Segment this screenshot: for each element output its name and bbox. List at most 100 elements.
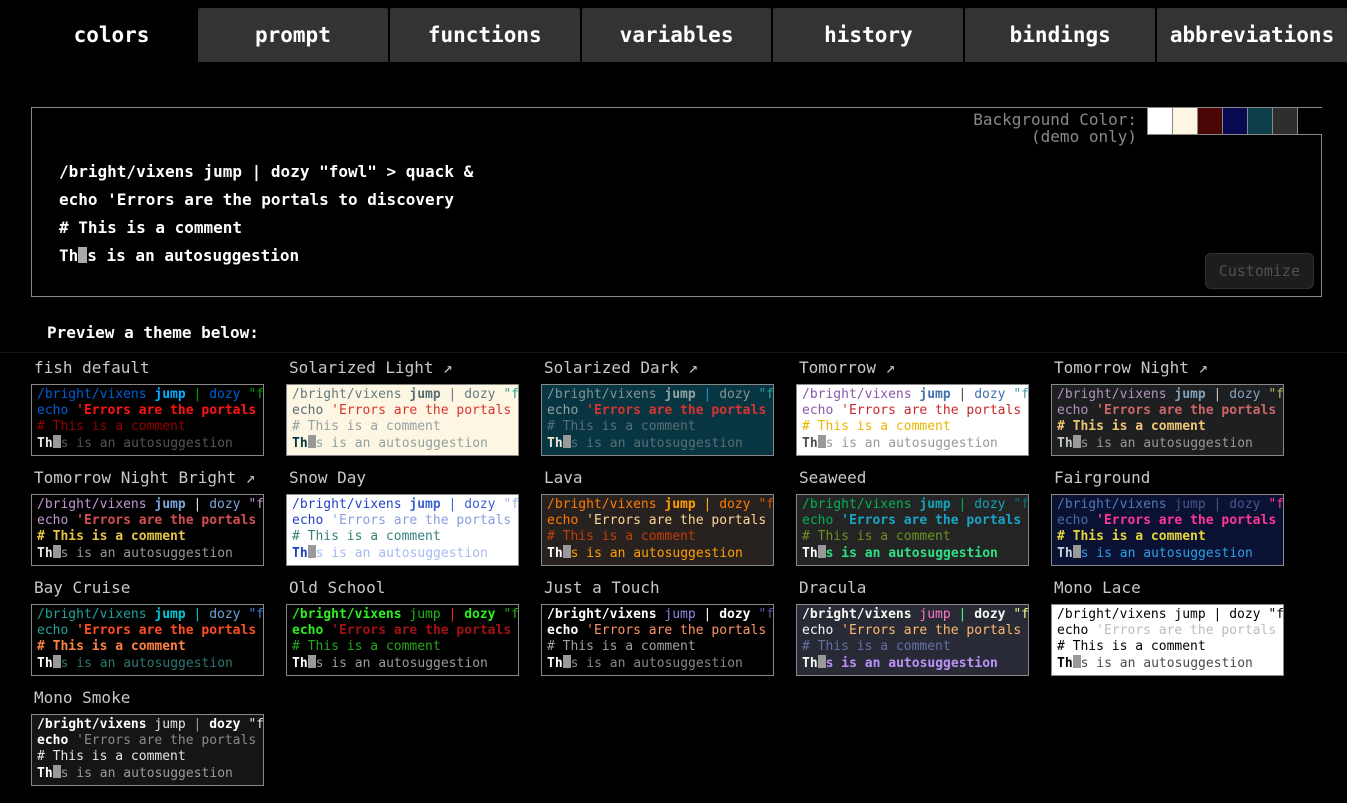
themes-separator xyxy=(0,352,1347,353)
tab-colors[interactable]: colors xyxy=(27,8,196,62)
theme-sample-line-1: /bright/vixens jump | dozy "fowl" > quac… xyxy=(37,497,258,513)
theme-card-fish-default[interactable]: /bright/vixens jump | dozy "fowl" > quac… xyxy=(31,384,264,456)
token-typed: Th xyxy=(802,436,818,451)
token-echo: echo xyxy=(1057,403,1088,418)
theme-cell: Snow Day/bright/vixens jump | dozy "fowl… xyxy=(286,468,519,566)
block-cursor xyxy=(1073,545,1081,558)
token-dq: "fowl" > quack & xyxy=(1013,387,1029,402)
token-auto: s is an autosuggestion xyxy=(571,546,743,561)
theme-sample-line-1: /bright/vixens jump | dozy "fowl" > quac… xyxy=(37,607,258,623)
theme-cell: Solarized Dark ↗/bright/vixens jump | do… xyxy=(541,358,774,456)
external-link-icon[interactable]: ↗ xyxy=(679,358,698,377)
tab-bindings[interactable]: bindings xyxy=(965,8,1155,62)
bg-swatch-dark-teal[interactable] xyxy=(1247,107,1272,134)
background-color-label: Background Color:(demo only) xyxy=(973,111,1137,145)
tab-bar: colorspromptfunctionsvariableshistorybin… xyxy=(0,0,1347,62)
theme-cell: Tomorrow Night Bright ↗/bright/vixens ju… xyxy=(31,468,264,566)
theme-sample-line-4: Ths is an autosuggestion xyxy=(37,765,258,782)
token-cmd2: dozy xyxy=(719,497,750,512)
theme-card-mono-smoke[interactable]: /bright/vixens jump | dozy "fowl" > quac… xyxy=(31,714,264,786)
token-path: /bright/vixens xyxy=(292,607,402,622)
theme-card-solarized-dark[interactable]: /bright/vixens jump | dozy "fowl" > quac… xyxy=(541,384,774,456)
theme-sample-line-1: /bright/vixens jump | dozy "fowl" > quac… xyxy=(37,387,258,403)
block-cursor xyxy=(53,435,61,448)
token-auto: s is an autosuggestion xyxy=(826,436,998,451)
theme-title: Bay Cruise xyxy=(34,578,264,597)
tab-functions[interactable]: functions xyxy=(390,8,580,62)
token-auto: s is an autosuggestion xyxy=(1081,656,1253,671)
theme-sample-line-1: /bright/vixens jump | dozy "fowl" > quac… xyxy=(292,387,513,403)
token-cmd2: dozy xyxy=(1229,387,1260,402)
theme-sample-line-1: /bright/vixens jump | dozy "fowl" > quac… xyxy=(292,497,513,513)
external-link-icon[interactable]: ↗ xyxy=(236,468,255,487)
theme-sample-line-4: Th s is an autosuggestion xyxy=(802,435,1023,452)
customize-button[interactable]: Customize xyxy=(1205,253,1314,289)
token-echo: echo xyxy=(37,623,68,638)
theme-card-tomorrow[interactable]: /bright/vixens jump | dozy "fowl" > quac… xyxy=(796,384,1029,456)
token-cmd2: dozy xyxy=(1229,607,1260,622)
theme-card-tomorrow-night[interactable]: /bright/vixens jump | dozy "fowl" > quac… xyxy=(1051,384,1284,456)
theme-card-fairground[interactable]: /bright/vixens jump | dozy "fowl" > quac… xyxy=(1051,494,1284,566)
bg-swatch-dark-red[interactable] xyxy=(1197,107,1222,134)
token-path: /bright/vixens xyxy=(1057,387,1167,402)
token-comment: # This is a comment xyxy=(802,639,951,654)
token-dq: "fowl" > quack & xyxy=(1268,607,1284,622)
token-auto: s is an autosuggestion xyxy=(316,546,488,561)
token-dq: "fowl" > quack & xyxy=(248,497,264,512)
token-typed: Th xyxy=(802,546,818,561)
theme-cell: fish default/bright/vixens jump | dozy "… xyxy=(31,358,264,456)
tab-variables[interactable]: variables xyxy=(582,8,772,62)
token-path: /bright/vixens xyxy=(37,387,147,402)
token-dq: "fowl" > quack & xyxy=(1013,607,1029,622)
theme-card-old-school[interactable]: /bright/vixens jump | dozy "fowl" > quac… xyxy=(286,604,519,676)
token-dq: "fowl" > quack & xyxy=(1268,387,1284,402)
theme-title: Tomorrow Night ↗ xyxy=(1054,358,1284,377)
theme-title: Lava xyxy=(544,468,774,487)
theme-card-snow-day[interactable]: /bright/vixens jump | dozy "fowl" > quac… xyxy=(286,494,519,566)
external-link-icon[interactable]: ↗ xyxy=(1189,358,1208,377)
theme-sample-line-3: # This is a comment xyxy=(802,419,1023,435)
theme-sample-line-1: /bright/vixens jump | dozy "fowl" > quac… xyxy=(37,717,258,733)
token-comment: # This is a comment xyxy=(547,639,696,654)
bg-swatch-navy[interactable] xyxy=(1222,107,1247,134)
theme-sample-line-2: echo 'Errors are the portals to discover… xyxy=(292,623,513,639)
bg-swatch-cream[interactable] xyxy=(1172,107,1197,134)
token-auto: s is an autosuggestion xyxy=(61,546,233,561)
token-param: jump xyxy=(919,497,950,512)
token-auto: s is an autosuggestion xyxy=(316,436,488,451)
theme-card-bay-cruise[interactable]: /bright/vixens jump | dozy "fowl" > quac… xyxy=(31,604,264,676)
token-pipe: | xyxy=(959,497,967,512)
theme-sample-line-4: Ths is an autosuggestion xyxy=(292,545,513,562)
tab-prompt[interactable]: prompt xyxy=(198,8,388,62)
main-content: Background Color:(demo only) /bright/vix… xyxy=(0,107,1347,786)
external-link-icon[interactable]: ↗ xyxy=(876,358,895,377)
token-path: /bright/vixens xyxy=(37,497,147,512)
theme-card-mono-lace[interactable]: /bright/vixens jump | dozy "fowl" > quac… xyxy=(1051,604,1284,676)
theme-card-seaweed[interactable]: /bright/vixens jump | dozy "fowl" > quac… xyxy=(796,494,1029,566)
theme-card-solarized-light[interactable]: /bright/vixens jump | dozy "fowl" > quac… xyxy=(286,384,519,456)
theme-card-just-a-touch[interactable]: /bright/vixens jump | dozy "fowl" > quac… xyxy=(541,604,774,676)
token-param: jump xyxy=(409,387,440,402)
theme-sample-line-1: /bright/vixens jump | dozy "fowl" > quac… xyxy=(547,387,768,403)
block-cursor xyxy=(563,435,571,448)
token-echo: echo xyxy=(292,513,323,528)
token-param: jump xyxy=(409,497,440,512)
token-dq: "fowl" > quack & xyxy=(1268,497,1284,512)
token-echo: echo xyxy=(37,733,68,748)
tab-history[interactable]: history xyxy=(773,8,963,62)
theme-card-tomorrow-night-bright[interactable]: /bright/vixens jump | dozy "fowl" > quac… xyxy=(31,494,264,566)
theme-sample-line-4: Ths is an autosuggestion xyxy=(37,435,258,452)
token-typed: Th xyxy=(802,656,818,671)
token-auto: s is an autosuggestion xyxy=(826,656,998,671)
theme-card-lava[interactable]: /bright/vixens jump | dozy "fowl" > quac… xyxy=(541,494,774,566)
external-link-icon[interactable]: ↗ xyxy=(434,358,453,377)
token-typed: Th xyxy=(1057,656,1073,671)
token-param: jump xyxy=(154,607,185,622)
theme-card-dracula[interactable]: /bright/vixens jump | dozy "fowl" > quac… xyxy=(796,604,1029,676)
tab-abbreviations[interactable]: abbreviations xyxy=(1157,8,1347,62)
bg-swatch-white[interactable] xyxy=(1147,107,1172,134)
token-pipe: | xyxy=(959,387,967,402)
bg-swatch-dark-gray[interactable] xyxy=(1272,107,1297,134)
theme-sample-line-2: echo 'Errors are the portals to discover… xyxy=(37,623,258,639)
bg-swatch-black[interactable] xyxy=(1297,107,1322,134)
